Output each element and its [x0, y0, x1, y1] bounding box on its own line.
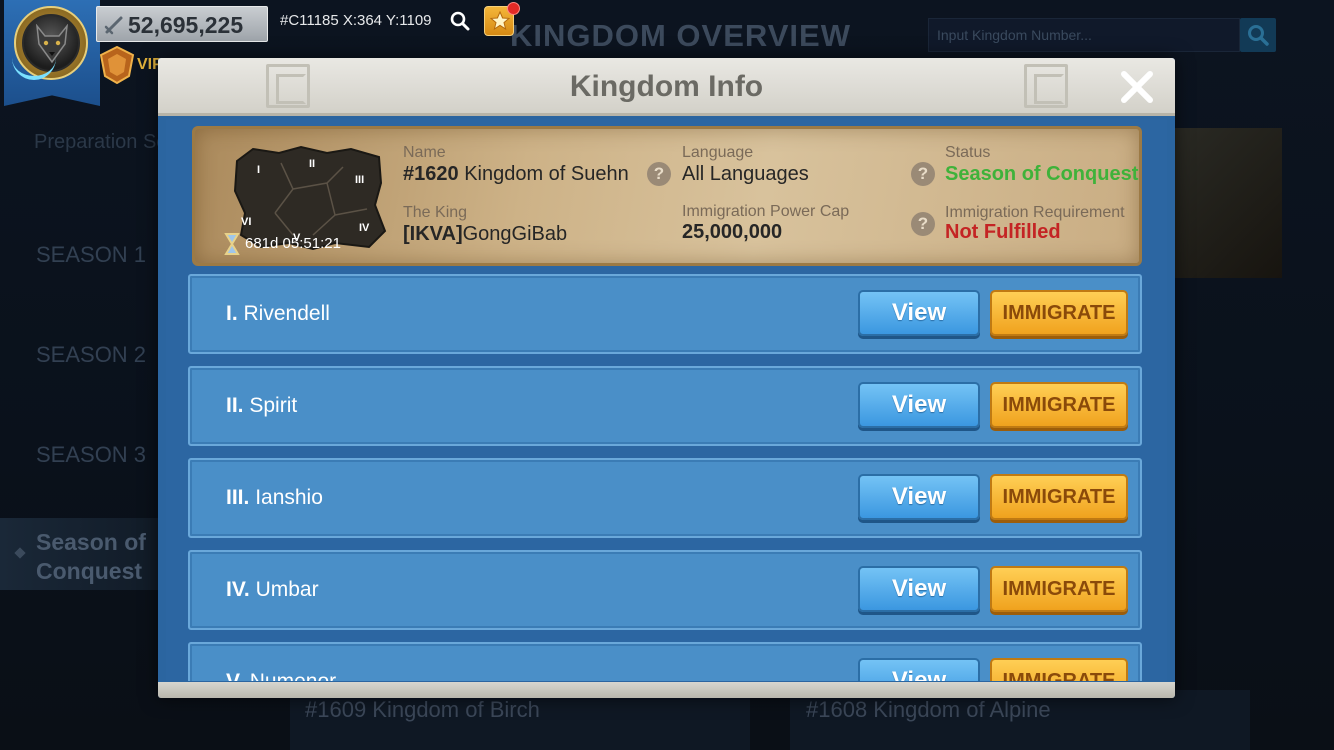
language-help-icon[interactable]: ?: [647, 162, 671, 186]
immigrate-button[interactable]: IMMIGRATE: [990, 566, 1128, 612]
sword-icon: [104, 16, 123, 35]
power-value: 52,695,225: [128, 12, 244, 38]
kingdom-name: #1620 Kingdom of Suehn: [403, 163, 629, 186]
region-name: II. Spirit: [226, 394, 297, 418]
view-button[interactable]: View: [858, 474, 980, 520]
map-region-label: I: [257, 164, 260, 176]
menu-season-3[interactable]: SEASON 3: [36, 442, 146, 468]
kingdom-search-input[interactable]: Input Kingdom Number...: [928, 18, 1240, 52]
view-button[interactable]: View: [858, 382, 980, 428]
status-value: Season of Conquest: [945, 163, 1139, 185]
region-row: V. Numenor View IMMIGRATE: [188, 642, 1142, 681]
requirement-help-icon[interactable]: ?: [911, 212, 935, 236]
king-label: The King: [403, 204, 468, 221]
map-region-label: II: [309, 158, 315, 170]
kingdom-card-1609-name: #1609 Kingdom of Birch: [305, 697, 540, 722]
power-display[interactable]: 52,695,225: [96, 6, 268, 42]
notification-dot: [507, 2, 520, 15]
region-numeral: II.: [226, 394, 244, 417]
modal-footer: [158, 682, 1175, 698]
kingdom-name-text: Kingdom of Suehn: [464, 163, 629, 185]
kingdom-summary-card: I II III IV V VI 681d 05:51:21 Name #162…: [192, 126, 1142, 266]
kingdom-card-1608-name: #1608 Kingdom of Alpine: [806, 697, 1051, 722]
power-cap-label: Immigration Power Cap: [682, 203, 850, 220]
map-region-label: VI: [241, 216, 251, 228]
kingdom-search-button[interactable]: [1240, 18, 1276, 52]
requirement-value: Not Fulfilled: [945, 221, 1061, 243]
region-row: IV. Umbar View IMMIGRATE: [188, 550, 1142, 630]
region-name-text: Umbar: [255, 578, 319, 601]
region-numeral: III.: [226, 486, 250, 509]
region-name: V. Numenor: [226, 670, 336, 681]
menu-season-2[interactable]: SEASON 2: [36, 342, 146, 368]
kingdom-info-modal: Kingdom Info I II III IV V VI 681d 05:51…: [158, 58, 1175, 698]
menu-preparation-season[interactable]: Preparation Season: [34, 130, 211, 155]
search-icon: [1248, 25, 1269, 46]
vip-badge-icon[interactable]: [99, 46, 135, 84]
region-name: I. Rivendell: [226, 302, 330, 326]
search-icon[interactable]: [450, 11, 470, 31]
view-button[interactable]: View: [858, 566, 980, 612]
star-icon: [490, 11, 510, 31]
region-row: II. Spirit View IMMIGRATE: [188, 366, 1142, 446]
timer-value: 681d 05:51:21: [245, 235, 341, 252]
name-label: Name: [403, 144, 446, 161]
kingdom-art: [1172, 128, 1282, 278]
requirement-label: Immigration Requirement: [945, 204, 1125, 221]
king-name-text: GongGiBab: [462, 223, 568, 245]
immigrate-button[interactable]: IMMIGRATE: [990, 474, 1128, 520]
status-label: Status: [945, 144, 991, 161]
language-label: Language: [682, 144, 754, 161]
status-help-icon[interactable]: ?: [911, 162, 935, 186]
region-row: III. Ianshio View IMMIGRATE: [188, 458, 1142, 538]
language-value: All Languages: [682, 163, 809, 185]
region-name-text: Spirit: [249, 394, 298, 417]
close-icon[interactable]: [1116, 66, 1158, 108]
region-numeral: I.: [226, 302, 238, 325]
view-button[interactable]: View: [858, 290, 980, 336]
season-timer: 681d 05:51:21: [221, 232, 379, 256]
menu-season-of-conquest[interactable]: Season of Conquest: [36, 528, 156, 586]
king-alliance-tag: [IKVA]: [403, 223, 463, 245]
menu-season-1[interactable]: SEASON 1: [36, 242, 146, 268]
region-name-text: Rivendell: [243, 302, 330, 325]
hourglass-icon: [224, 233, 240, 255]
coordinates[interactable]: #C11185 X:364 Y:1109: [280, 12, 432, 29]
modal-title: Kingdom Info: [569, 70, 764, 103]
kingdom-number: #1620: [403, 163, 459, 185]
power-cap-value: 25,000,000: [682, 221, 783, 243]
region-name-text: Ianshio: [255, 486, 323, 509]
search-placeholder: Input Kingdom Number...: [937, 27, 1092, 43]
map-region-label: III: [355, 174, 364, 186]
region-numeral: V.: [226, 670, 244, 681]
region-row: I. Rivendell View IMMIGRATE: [188, 274, 1142, 354]
modal-header: Kingdom Info: [158, 58, 1175, 116]
modal-body[interactable]: I II III IV V VI 681d 05:51:21 Name #162…: [166, 119, 1167, 681]
overview-title: KINGDOM OVERVIEW: [510, 18, 851, 53]
king-name: [IKVA]GongGiBab: [403, 223, 567, 246]
region-name: IV. Umbar: [226, 578, 319, 602]
region-name-text: Numenor: [250, 670, 336, 681]
view-button[interactable]: View: [858, 658, 980, 681]
immigrate-button[interactable]: IMMIGRATE: [990, 290, 1128, 336]
immigrate-button[interactable]: IMMIGRATE: [990, 658, 1128, 681]
region-numeral: IV.: [226, 578, 250, 601]
immigrate-button[interactable]: IMMIGRATE: [990, 382, 1128, 428]
region-name: III. Ianshio: [226, 486, 323, 510]
